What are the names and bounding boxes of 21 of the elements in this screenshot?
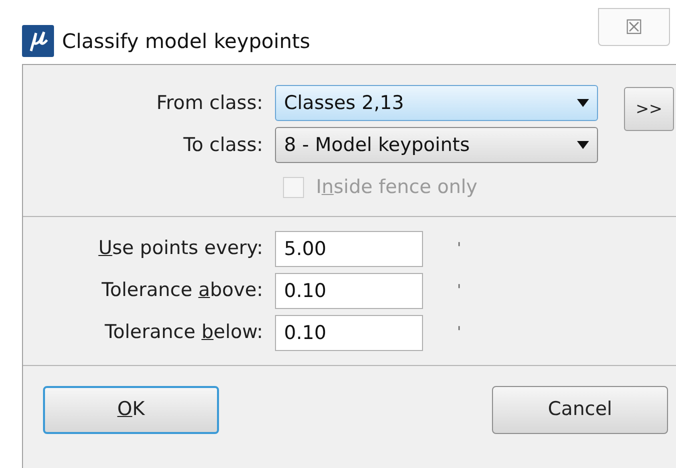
app-logo-icon	[22, 25, 54, 57]
caret-icon	[577, 99, 589, 107]
combo-label: From class:	[155, 90, 263, 116]
window-title: Classify model keypoints	[62, 28, 310, 55]
field-label: Tolerance above:	[100, 278, 263, 304]
more-button[interactable]: >>	[624, 87, 674, 131]
ok-button[interactable]: OK	[43, 386, 219, 434]
number-field[interactable]: 5.00	[275, 230, 423, 266]
field-label: Tolerance below:	[104, 320, 263, 346]
unit-label: '	[457, 280, 462, 302]
checkbox-label: Inside fence only	[316, 175, 478, 200]
class-dropdown[interactable]: 8 - Model keypoints	[275, 127, 598, 163]
number-field[interactable]: 0.10	[275, 272, 423, 308]
number-field[interactable]: 0.10	[275, 314, 423, 350]
field-label: Use points every:	[97, 236, 263, 262]
combo-label: To class:	[182, 132, 263, 158]
caret-icon	[577, 141, 589, 149]
class-dropdown[interactable]: Classes 2,13	[275, 85, 598, 121]
cancel-button[interactable]: Cancel	[492, 386, 668, 434]
unit-label: '	[457, 238, 462, 260]
unit-label: '	[457, 322, 462, 344]
